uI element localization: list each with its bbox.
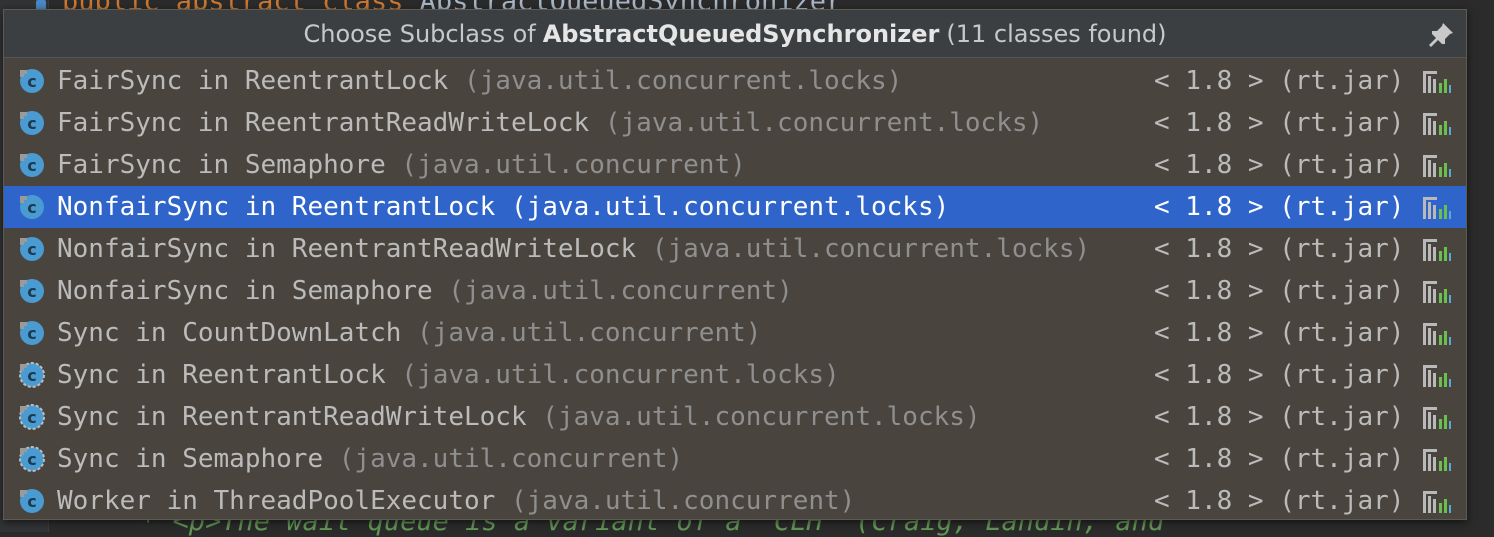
list-item[interactable]: c NonfairSync in Semaphore (java.util.co… (4, 270, 1466, 312)
popup-title-prefix: Choose Subclass of (303, 19, 536, 48)
choose-subclass-popup: Choose Subclass of AbstractQueuedSynchro… (3, 9, 1467, 520)
list-item[interactable]: c FairSync in Semaphore (java.util.concu… (4, 144, 1466, 186)
class-icon: c (20, 69, 44, 93)
library-version: < 1.8 > (rt.jar) (1154, 192, 1405, 222)
list-item[interactable]: c Sync in Semaphore (java.util.concurren… (4, 438, 1466, 480)
library-jar-icon (1423, 155, 1451, 177)
svg-text:c: c (27, 198, 36, 217)
svg-text:c: c (27, 156, 36, 175)
list-item[interactable]: c Worker in ThreadPoolExecutor (java.uti… (4, 480, 1466, 519)
package-name: (java.util.concurrent.locks) (510, 192, 950, 222)
library-version: < 1.8 > (rt.jar) (1154, 318, 1405, 348)
class-name: NonfairSync in ReentrantLock (57, 192, 496, 222)
package-name: (java.util.concurrent) (448, 276, 793, 306)
package-name: (java.util.concurrent) (338, 444, 684, 474)
package-name: (java.util.concurrent) (510, 486, 856, 516)
library-jar-icon (1423, 197, 1451, 219)
svg-text:c: c (27, 72, 36, 91)
library-version: < 1.8 > (rt.jar) (1154, 234, 1405, 264)
library-version: < 1.8 > (rt.jar) (1154, 486, 1405, 516)
class-name: Sync in ReentrantLock (57, 360, 386, 390)
library-version: < 1.8 > (rt.jar) (1154, 108, 1405, 138)
list-item[interactable]: c Sync in ReentrantLock (java.util.concu… (4, 354, 1466, 396)
svg-text:c: c (27, 324, 36, 343)
library-jar-icon (1423, 407, 1451, 429)
class-name: Worker in ThreadPoolExecutor (57, 486, 496, 516)
library-jar-icon (1423, 239, 1451, 261)
abstract-class-icon: c (19, 446, 45, 472)
library-version: < 1.8 > (rt.jar) (1154, 402, 1405, 432)
package-name: (java.util.concurrent) (417, 318, 762, 348)
class-icon: c (20, 237, 44, 261)
list-item[interactable]: c NonfairSync in ReentrantLock (java.uti… (4, 186, 1466, 228)
class-name: Sync in CountDownLatch (57, 318, 402, 348)
library-version: < 1.8 > (rt.jar) (1154, 360, 1405, 390)
class-icon: c (20, 111, 44, 135)
class-name: NonfairSync in Semaphore (57, 276, 433, 306)
class-name: FairSync in ReentrantReadWriteLock (57, 108, 590, 138)
library-jar-icon (1423, 491, 1451, 513)
svg-text:c: c (27, 282, 36, 301)
package-name: (java.util.concurrent.locks) (401, 360, 840, 390)
svg-text:c: c (27, 114, 36, 133)
svg-text:c: c (27, 240, 36, 259)
library-jar-icon (1423, 365, 1451, 387)
library-jar-icon (1423, 281, 1451, 303)
list-item[interactable]: c FairSync in ReentrantLock (java.util.c… (4, 60, 1466, 102)
subclass-list: c FairSync in ReentrantLock (java.util.c… (4, 60, 1466, 519)
popup-header: Choose Subclass of AbstractQueuedSynchro… (4, 10, 1466, 58)
list-item[interactable]: c Sync in ReentrantReadWriteLock (java.u… (4, 396, 1466, 438)
library-jar-icon (1423, 71, 1451, 93)
pin-icon[interactable] (1426, 20, 1456, 48)
package-name: (java.util.concurrent) (401, 150, 746, 180)
library-jar-icon (1423, 323, 1451, 345)
library-jar-icon (1423, 113, 1451, 135)
list-item[interactable]: c NonfairSync in ReentrantReadWriteLock … (4, 228, 1466, 270)
library-version: < 1.8 > (rt.jar) (1154, 276, 1405, 306)
package-name: (java.util.concurrent.locks) (542, 402, 981, 432)
class-icon: c (20, 489, 44, 513)
package-name: (java.util.concurrent.locks) (604, 108, 1044, 138)
abstract-class-icon: c (19, 362, 45, 388)
class-icon: c (20, 153, 44, 177)
list-item[interactable]: c FairSync in ReentrantReadWriteLock (ja… (4, 102, 1466, 144)
library-version: < 1.8 > (rt.jar) (1154, 444, 1405, 474)
abstract-class-icon: c (19, 404, 45, 430)
list-item[interactable]: c Sync in CountDownLatch (java.util.conc… (4, 312, 1466, 354)
class-name: Sync in ReentrantReadWriteLock (57, 402, 527, 432)
svg-text:c: c (27, 408, 36, 427)
svg-text:c: c (27, 450, 36, 469)
svg-text:c: c (27, 492, 36, 511)
class-icon: c (20, 321, 44, 345)
package-name: (java.util.concurrent.locks) (651, 234, 1091, 264)
class-icon: c (20, 279, 44, 303)
svg-text:c: c (27, 366, 36, 385)
class-name: Sync in Semaphore (57, 444, 324, 474)
library-jar-icon (1423, 449, 1451, 471)
library-version: < 1.8 > (rt.jar) (1154, 150, 1405, 180)
class-name: FairSync in ReentrantLock (57, 66, 449, 96)
class-name: FairSync in Semaphore (57, 150, 386, 180)
class-icon: c (20, 195, 44, 219)
popup-title-class: AbstractQueuedSynchronizer (542, 19, 940, 48)
library-version: < 1.8 > (rt.jar) (1154, 66, 1405, 96)
popup-title-suffix: (11 classes found) (946, 19, 1167, 48)
package-name: (java.util.concurrent.locks) (464, 66, 903, 96)
class-name: NonfairSync in ReentrantReadWriteLock (57, 234, 637, 264)
